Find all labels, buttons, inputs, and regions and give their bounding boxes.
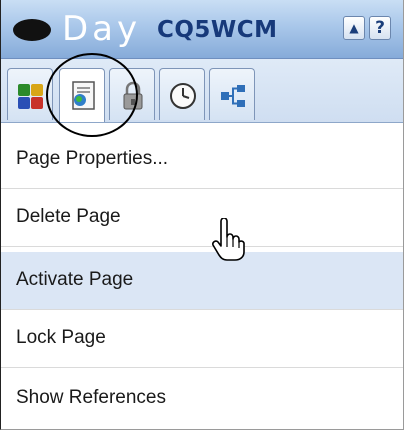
menu-item-label: Page Properties... [16,148,169,169]
menu-item-delete-page[interactable]: Delete Page [1,189,403,247]
tab-versioning[interactable] [159,68,205,120]
brand-product: CQ5WCM [157,17,278,43]
color-blocks-icon [18,84,43,109]
menu-item-label: Show References [16,387,166,408]
tree-icon [221,85,245,107]
day-logo-icon [13,19,51,41]
menu-item-activate-page[interactable]: Activate Page [1,252,403,310]
help-button[interactable]: ? [369,16,391,40]
hand-pointer-icon [212,218,245,261]
menu-item-show-references[interactable]: Show References [1,370,403,428]
menu-item-label: Delete Page [16,206,121,227]
menu-item-label: Lock Page [16,327,106,348]
panel-header: Day CQ5WCM ▲ ? [1,0,403,59]
tab-site[interactable] [209,68,255,120]
menu-item-page-properties[interactable]: Page Properties... [1,131,403,189]
menu-item-lock-page[interactable]: Lock Page [1,310,403,368]
sidekick-panel: Day CQ5WCM ▲ ? Page Properties... Delete… [0,0,404,430]
collapse-button[interactable]: ▲ [343,16,365,40]
clock-icon [170,83,196,109]
highlight-circle [46,53,138,137]
brand-day: Day [62,9,142,49]
menu-item-label: Activate Page [16,269,134,290]
